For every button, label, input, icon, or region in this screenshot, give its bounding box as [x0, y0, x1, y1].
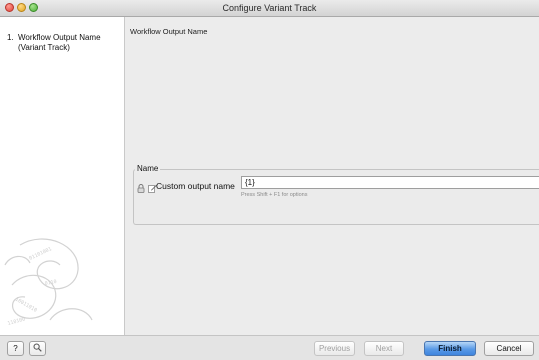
decorative-swirl-logo: 01101001 10011010 0110 110100 — [4, 238, 93, 327]
step-label: Workflow Output Name (Variant Track) — [18, 33, 128, 53]
wizard-steps-sidebar: 1. Workflow Output Name (Variant Track) … — [0, 17, 125, 335]
lock-icon[interactable] — [137, 184, 145, 193]
configure-variant-track-dialog: Configure Variant Track 1. Workflow Outp… — [0, 0, 539, 360]
magnifier-icon — [33, 343, 42, 352]
step-label-line2: (Variant Track) — [18, 43, 70, 52]
svg-text:10011010: 10011010 — [14, 297, 38, 314]
custom-output-name-input[interactable] — [241, 176, 539, 189]
svg-text:110100: 110100 — [7, 316, 26, 326]
cancel-button[interactable]: Cancel — [484, 341, 534, 356]
previous-button[interactable]: Previous — [314, 341, 355, 356]
next-button[interactable]: Next — [364, 341, 404, 356]
step-label-line1: Workflow Output Name — [18, 33, 101, 42]
title-bar: Configure Variant Track — [0, 0, 539, 17]
name-group-legend: Name — [135, 164, 161, 173]
section-title: Workflow Output Name — [130, 27, 208, 36]
help-button[interactable]: ? — [7, 341, 24, 356]
field-hint: Press Shift + F1 for options — [241, 192, 308, 198]
dialog-footer: ? Previous Next Finish Cancel — [0, 335, 539, 360]
step-number: 1. — [7, 33, 14, 42]
svg-text:0110: 0110 — [44, 279, 57, 287]
svg-text:01101001: 01101001 — [28, 246, 52, 262]
custom-output-name-label: Custom output name — [156, 181, 235, 191]
preview-zoom-button[interactable] — [29, 341, 46, 356]
finish-button[interactable]: Finish — [424, 341, 476, 356]
window-title: Configure Variant Track — [222, 3, 317, 13]
main-panel: Workflow Output Name Name Custom output … — [125, 17, 539, 335]
